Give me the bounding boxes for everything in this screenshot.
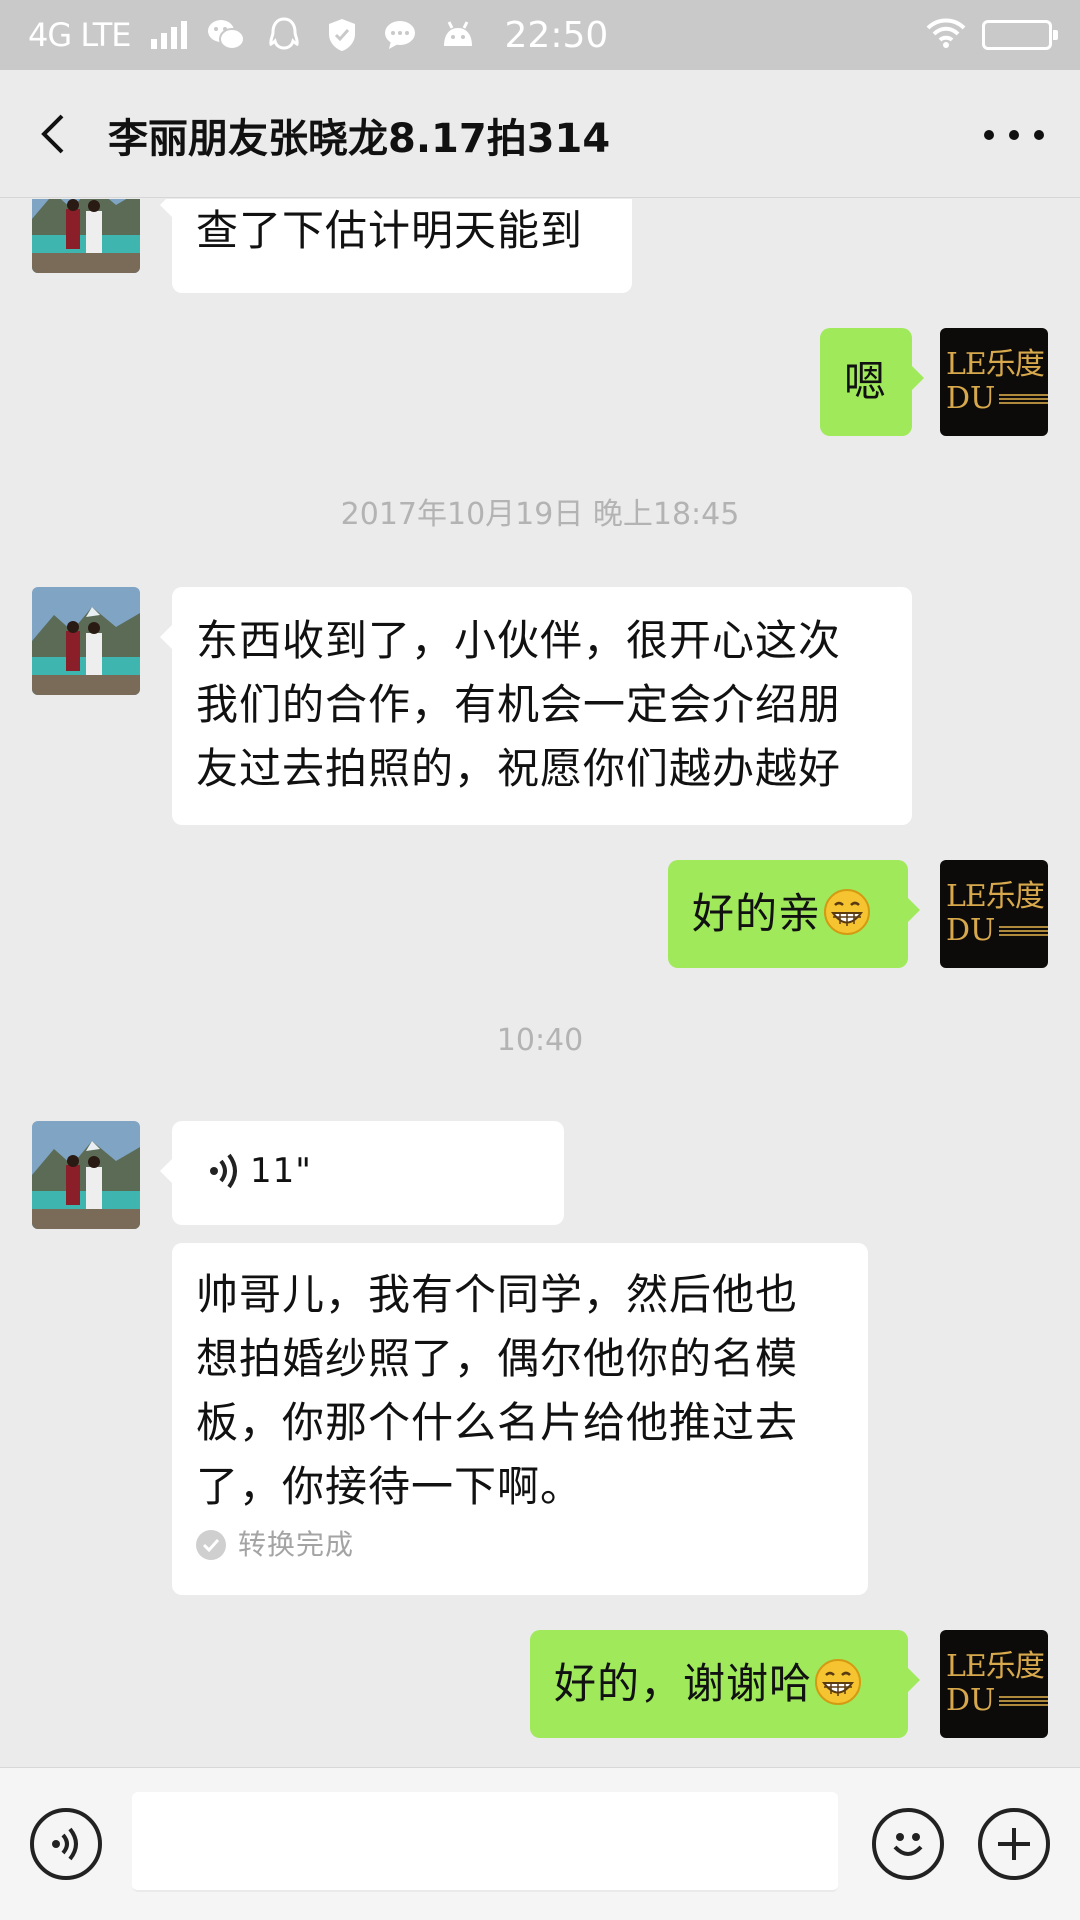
voice-wave-icon [210,1153,237,1189]
brand-logo-text: LE乐度 [946,347,1045,382]
conversion-status-text: 转换完成 [238,1528,355,1561]
signal-icon [150,21,187,49]
message-line: 东西收到了，小伙伴，很开心这次 [196,616,842,665]
transcript-line: 板，你那个什么名片给他推过去 [196,1398,799,1447]
brand-avatar[interactable]: LE乐度 DU [940,1630,1048,1738]
voice-message-bubble[interactable]: 11" [160,1121,564,1225]
message-input[interactable] [132,1792,838,1892]
battery-icon [982,20,1058,50]
timestamp: 2017年10月19日 晚上18:45 [340,497,740,532]
voice-duration: 11" [250,1151,312,1191]
grin-emoji-icon [824,889,871,935]
message-bubble-outgoing[interactable]: 嗯 [820,328,924,436]
message-icon [381,16,419,54]
message-bubble-incoming[interactable]: 东西收到了，小伙伴，很开心这次 我们的合作，有机会一定会介绍朋 友过去拍照的，祝… [160,587,912,825]
message-text: 好的，谢谢哈 [554,1659,813,1708]
wechat-icon [207,16,245,54]
voice-mode-button[interactable] [30,1808,102,1880]
chevron-left-icon [41,114,64,154]
brand-logo-text-2: DU [946,381,996,416]
transcript-line: 帅哥儿，我有个同学，然后他也 [196,1270,799,1319]
qq-icon [265,16,303,54]
plus-icon [998,1828,1030,1860]
contact-avatar[interactable] [32,1121,140,1229]
back-button[interactable] [28,104,88,164]
brand-avatar[interactable]: LE乐度 DU [940,328,1048,436]
plus-button[interactable] [978,1808,1050,1880]
check-circle-icon [196,1530,226,1560]
message-bubble-outgoing[interactable]: 好的亲 [668,860,920,968]
more-dots-icon [984,130,994,140]
transcript-line: 想拍婚纱照了，偶尔他你的名模 [196,1334,799,1383]
emoji-button[interactable] [872,1808,944,1880]
message-bubble-incoming[interactable]: 查了下估计明天能到 [160,199,632,293]
network-type: 4G LTE [28,16,132,54]
wifi-icon [926,18,966,52]
grin-emoji-icon [815,1659,862,1705]
voice-transcript-bubble[interactable]: 帅哥儿，我有个同学，然后他也 想拍婚纱照了，偶尔他你的名模 板，你那个什么名片给… [172,1243,868,1595]
message-text: 好的亲 [692,889,822,938]
shield-icon [323,16,361,54]
message-line: 我们的合作，有机会一定会介绍朋 [196,680,842,729]
contact-avatar[interactable] [32,199,140,273]
status-bar: 4G LTE 22:50 [0,0,1080,70]
message-bubble-outgoing[interactable]: 好的，谢谢哈 [530,1630,920,1738]
voice-mode-icon [52,1827,78,1861]
message-text: 嗯 [844,357,888,406]
brand-avatar[interactable]: LE乐度 DU [940,860,1048,968]
page-title: 李丽朋友张晓龙8.17拍314 [108,116,611,162]
more-button[interactable] [984,108,1044,162]
transcript-line: 了，你接待一下啊。 [196,1462,584,1511]
contact-avatar[interactable] [32,587,140,695]
message-line: 友过去拍照的，祝愿你们越办越好 [196,744,842,793]
input-bar [0,1767,1080,1920]
chat-header: 李丽朋友张晓龙8.17拍314 [0,70,1080,198]
emoji-icon [893,1833,923,1856]
timestamp: 10:40 [496,1023,584,1058]
message-text: 查了下估计明天能到 [196,206,584,255]
chat-message-list[interactable]: 查了下估计明天能到 LE乐度 DU 嗯 2017年10月19日 晚上18:45 … [0,199,1080,1767]
clock: 22:50 [504,14,609,56]
android-icon [439,16,477,54]
conversion-status: 转换完成 [196,1525,844,1565]
